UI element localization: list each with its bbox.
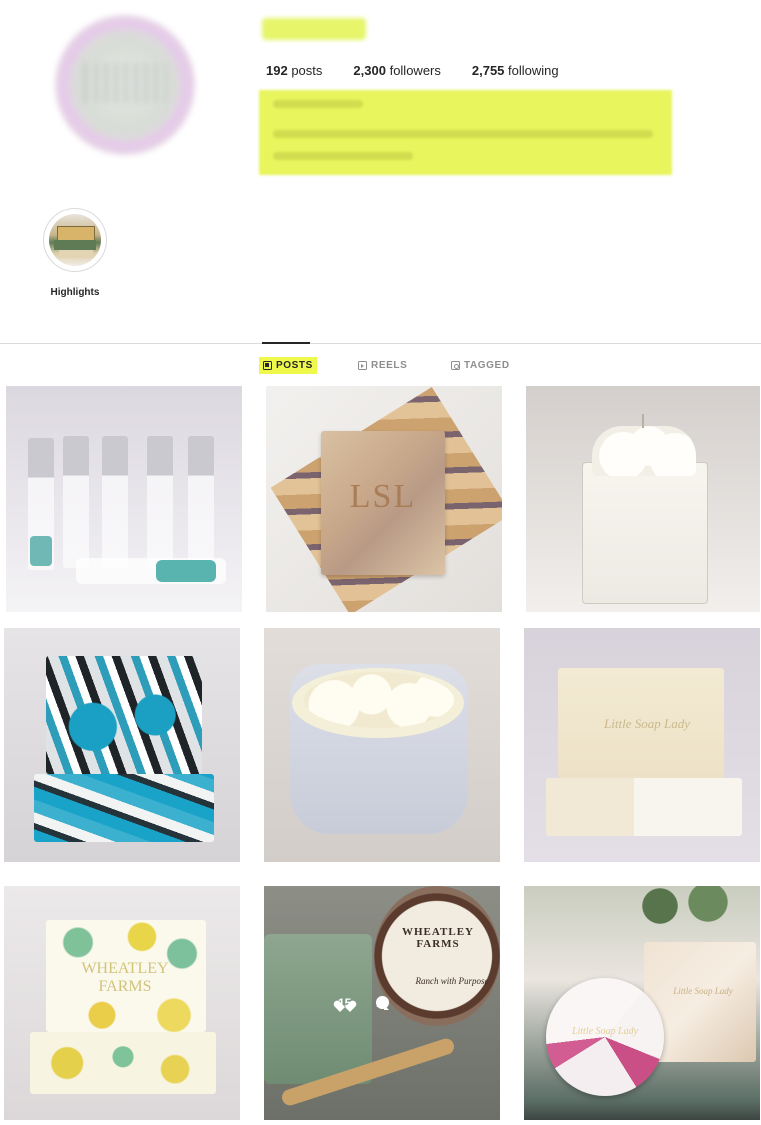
followers-label: followers [389,63,441,78]
likes-count-group: 15 [338,995,352,1010]
highlight-label: Highlights [50,287,100,298]
tab-tagged-label: TAGGED [464,360,510,371]
jar-label-text: WHEATLEY FARMS [402,926,474,950]
followers-count: 2,300 [353,63,386,78]
comments-count-group: 1 [376,995,389,1010]
post-whipped-candle-glass[interactable] [526,386,760,612]
jar-label-subtext: Ranch with Purpose [415,976,489,986]
post-soap-on-dish[interactable]: LSL [266,386,502,612]
likes-count: 15 [338,995,352,1010]
bio-redacted [259,90,672,175]
post-cream-soap-bars[interactable]: Little Soap Lady [524,628,760,862]
active-tab-indicator [262,342,310,344]
posts-stat[interactable]: 192 posts [266,63,322,78]
following-count: 2,755 [471,63,505,78]
soap-stamp-text: Little Soap Lady [604,716,690,731]
posts-count: 192 [266,63,288,78]
highlight-cover-image [49,214,101,266]
tab-tagged[interactable]: TAGGED [451,357,510,374]
following-stat[interactable]: 2,755 following [472,63,559,78]
reels-icon [358,361,367,370]
tab-reels[interactable]: REELS [358,357,407,374]
posts-label: posts [291,63,323,78]
grid-icon [263,361,272,370]
post-wheatley-farms-soap[interactable]: WHEATLEY FARMS [4,886,240,1120]
post-pink-swirl-soap[interactable]: Little Soap Lady Little Soap Lady [524,886,760,1120]
comments-count: 1 [376,995,383,1010]
post-sugar-scrub-jar[interactable]: WHEATLEY FARMS Ranch with Purpose 15 1 [264,886,500,1120]
profile-avatar[interactable] [55,15,195,155]
username-redacted [262,18,366,40]
tab-reels-label: REELS [371,360,408,371]
avatar-logo-blurred [83,63,167,103]
post-blue-swirl-soap[interactable] [4,628,240,862]
following-label: following [508,63,559,78]
profile-stats: 192 posts 2,300 followers 2,755 followin… [266,63,590,78]
tab-posts[interactable]: POSTS [259,357,317,374]
followers-stat[interactable]: 2,300 followers [353,63,440,78]
post-roller-bottles[interactable] [6,386,242,612]
story-highlight-circle[interactable] [43,208,107,272]
tabs-divider [0,343,761,344]
tab-posts-label: POSTS [276,360,313,371]
soap-stamp-text: Little Soap Lady [571,1026,639,1037]
post-hover-overlay: 15 1 [338,995,389,1010]
tagged-icon [451,361,460,370]
soap-stamp-text: LSL [349,478,417,515]
soap-stamp-text: WHEATLEY FARMS [81,960,169,995]
post-whipped-candle-tin[interactable] [264,628,500,862]
